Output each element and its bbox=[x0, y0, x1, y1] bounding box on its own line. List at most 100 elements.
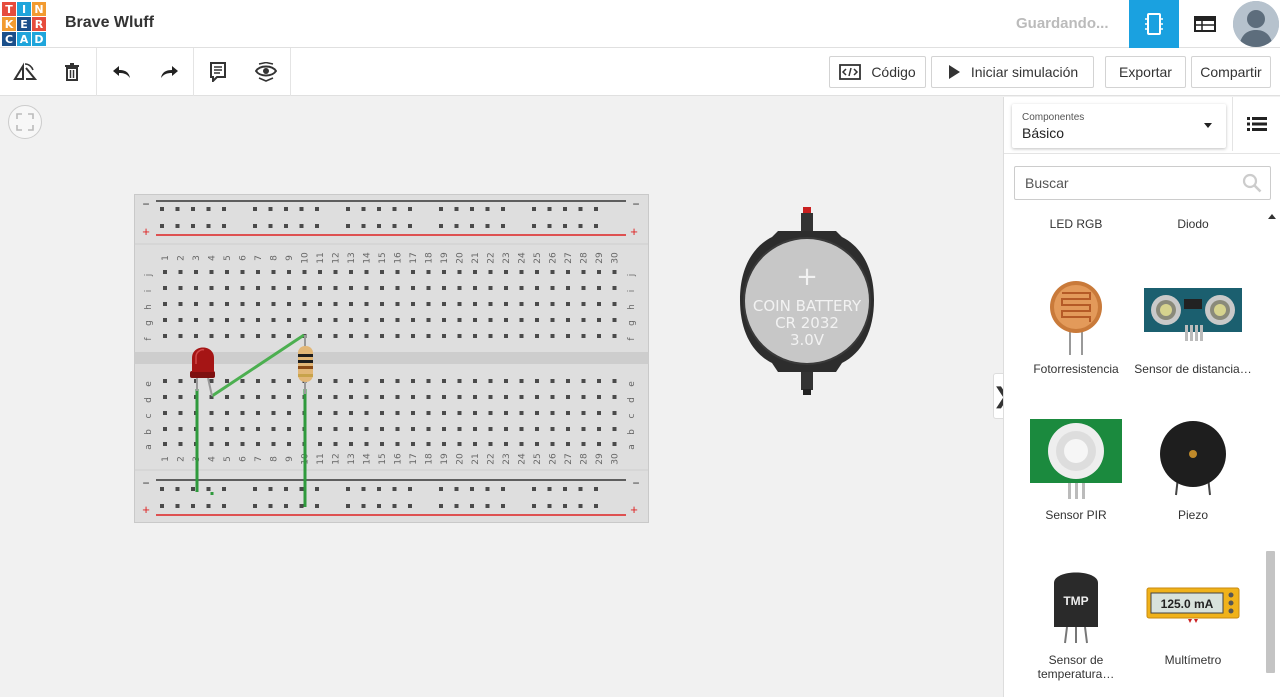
breadboard-hole[interactable] bbox=[578, 487, 583, 491]
breadboard-hole[interactable] bbox=[380, 379, 384, 383]
breadboard-hole[interactable] bbox=[426, 334, 431, 338]
breadboard-hole[interactable] bbox=[364, 302, 369, 306]
breadboard-hole[interactable] bbox=[457, 270, 462, 274]
breadboard-hole[interactable] bbox=[532, 504, 536, 508]
breadboard-hole[interactable] bbox=[442, 302, 446, 306]
breadboard-hole[interactable] bbox=[178, 379, 183, 383]
breadboard-hole[interactable] bbox=[163, 286, 167, 290]
breadboard-hole[interactable] bbox=[488, 270, 493, 274]
breadboard-hole[interactable] bbox=[485, 224, 490, 228]
breadboard-hole[interactable] bbox=[504, 286, 508, 290]
breadboard-hole[interactable] bbox=[597, 395, 601, 399]
breadboard-hole[interactable] bbox=[225, 318, 229, 322]
breadboard-hole[interactable] bbox=[349, 302, 353, 306]
breadboard-hole[interactable] bbox=[318, 411, 322, 415]
breadboard-hole[interactable] bbox=[612, 270, 617, 274]
breadboard-hole[interactable] bbox=[563, 504, 567, 508]
breadboard-hole[interactable] bbox=[377, 504, 381, 508]
breadboard-hole[interactable] bbox=[225, 379, 229, 383]
schematic-view-button[interactable] bbox=[1180, 0, 1230, 48]
fit-view-button[interactable] bbox=[8, 105, 42, 139]
breadboard-hole[interactable] bbox=[318, 286, 322, 290]
breadboard-hole[interactable] bbox=[473, 270, 477, 274]
breadboard-hole[interactable] bbox=[240, 427, 245, 431]
breadboard-hole[interactable] bbox=[209, 318, 214, 322]
breadboard-hole[interactable] bbox=[597, 334, 601, 338]
breadboard-hole[interactable] bbox=[364, 379, 369, 383]
breadboard-hole[interactable] bbox=[594, 504, 598, 508]
coin-battery[interactable]: + COIN BATTERY CR 2032 3.0V bbox=[738, 207, 876, 399]
breadboard-hole[interactable] bbox=[240, 395, 245, 399]
breadboard-hole[interactable] bbox=[225, 395, 229, 399]
breadboard-hole[interactable] bbox=[256, 442, 260, 446]
breadboard-hole[interactable] bbox=[581, 318, 586, 322]
delete-button[interactable] bbox=[49, 48, 95, 96]
breadboard-hole[interactable] bbox=[163, 270, 167, 274]
breadboard-hole[interactable] bbox=[380, 334, 384, 338]
breadboard-hole[interactable] bbox=[395, 442, 400, 446]
breadboard-hole[interactable] bbox=[485, 207, 490, 211]
breadboard-hole[interactable] bbox=[597, 302, 601, 306]
breadboard-hole[interactable] bbox=[563, 224, 567, 228]
breadboard-hole[interactable] bbox=[612, 302, 617, 306]
breadboard-hole[interactable] bbox=[504, 318, 508, 322]
breadboard-hole[interactable] bbox=[566, 395, 570, 399]
breadboard-hole[interactable] bbox=[284, 504, 288, 508]
breadboard-hole[interactable] bbox=[504, 427, 508, 431]
breadboard-hole[interactable] bbox=[268, 224, 273, 228]
breadboard-hole[interactable] bbox=[594, 207, 598, 211]
breadboard-hole[interactable] bbox=[550, 395, 555, 399]
breadboard-hole[interactable] bbox=[225, 302, 229, 306]
breadboard-hole[interactable] bbox=[349, 442, 353, 446]
breadboard-hole[interactable] bbox=[547, 224, 552, 228]
breadboard-hole[interactable] bbox=[470, 504, 474, 508]
breadboard-hole[interactable] bbox=[163, 427, 167, 431]
breadboard-hole[interactable] bbox=[284, 487, 288, 491]
breadboard-hole[interactable] bbox=[349, 286, 353, 290]
breadboard-hole[interactable] bbox=[333, 442, 338, 446]
component-multimeter[interactable]: 125.0 mA Multímetro bbox=[1133, 567, 1253, 687]
breadboard-hole[interactable] bbox=[225, 270, 229, 274]
breadboard-hole[interactable] bbox=[473, 395, 477, 399]
breadboard-hole[interactable] bbox=[256, 379, 260, 383]
breadboard-hole[interactable] bbox=[240, 318, 245, 322]
breadboard-hole[interactable] bbox=[519, 302, 524, 306]
breadboard-hole[interactable] bbox=[473, 427, 477, 431]
breadboard-hole[interactable] bbox=[439, 504, 443, 508]
breadboard-hole[interactable] bbox=[178, 427, 183, 431]
component-pir-sensor[interactable]: Sensor PIR bbox=[1016, 417, 1136, 527]
breadboard-hole[interactable] bbox=[563, 487, 567, 491]
breadboard-hole[interactable] bbox=[566, 379, 570, 383]
breadboard-hole[interactable] bbox=[209, 442, 214, 446]
breadboard-hole[interactable] bbox=[504, 442, 508, 446]
breadboard-hole[interactable] bbox=[485, 487, 490, 491]
export-button[interactable]: Exportar bbox=[1105, 56, 1186, 88]
breadboard-hole[interactable] bbox=[287, 379, 291, 383]
breadboard-hole[interactable] bbox=[473, 411, 477, 415]
breadboard-hole[interactable] bbox=[519, 411, 524, 415]
breadboard-hole[interactable] bbox=[377, 487, 381, 491]
breadboard-hole[interactable] bbox=[206, 504, 211, 508]
breadboard-hole[interactable] bbox=[302, 286, 307, 290]
breadboard-hole[interactable] bbox=[411, 270, 415, 274]
breadboard-hole[interactable] bbox=[488, 427, 493, 431]
breadboard-hole[interactable] bbox=[488, 302, 493, 306]
breadboard-hole[interactable] bbox=[501, 487, 505, 491]
breadboard-hole[interactable] bbox=[209, 411, 214, 415]
breadboard-hole[interactable] bbox=[349, 395, 353, 399]
breadboard-hole[interactable] bbox=[547, 487, 552, 491]
breadboard-hole[interactable] bbox=[364, 318, 369, 322]
breadboard-hole[interactable] bbox=[581, 411, 586, 415]
breadboard-hole[interactable] bbox=[442, 318, 446, 322]
breadboard-hole[interactable] bbox=[612, 411, 617, 415]
breadboard-hole[interactable] bbox=[240, 379, 245, 383]
breadboard-hole[interactable] bbox=[175, 487, 180, 491]
breadboard-hole[interactable] bbox=[160, 224, 164, 228]
breadboard-hole[interactable] bbox=[442, 270, 446, 274]
breadboard-hole[interactable] bbox=[392, 504, 397, 508]
breadboard-hole[interactable] bbox=[191, 207, 195, 211]
breadboard-hole[interactable] bbox=[268, 504, 273, 508]
breadboard-hole[interactable] bbox=[426, 302, 431, 306]
breadboard-hole[interactable] bbox=[519, 427, 524, 431]
search-icon[interactable] bbox=[1242, 173, 1262, 198]
